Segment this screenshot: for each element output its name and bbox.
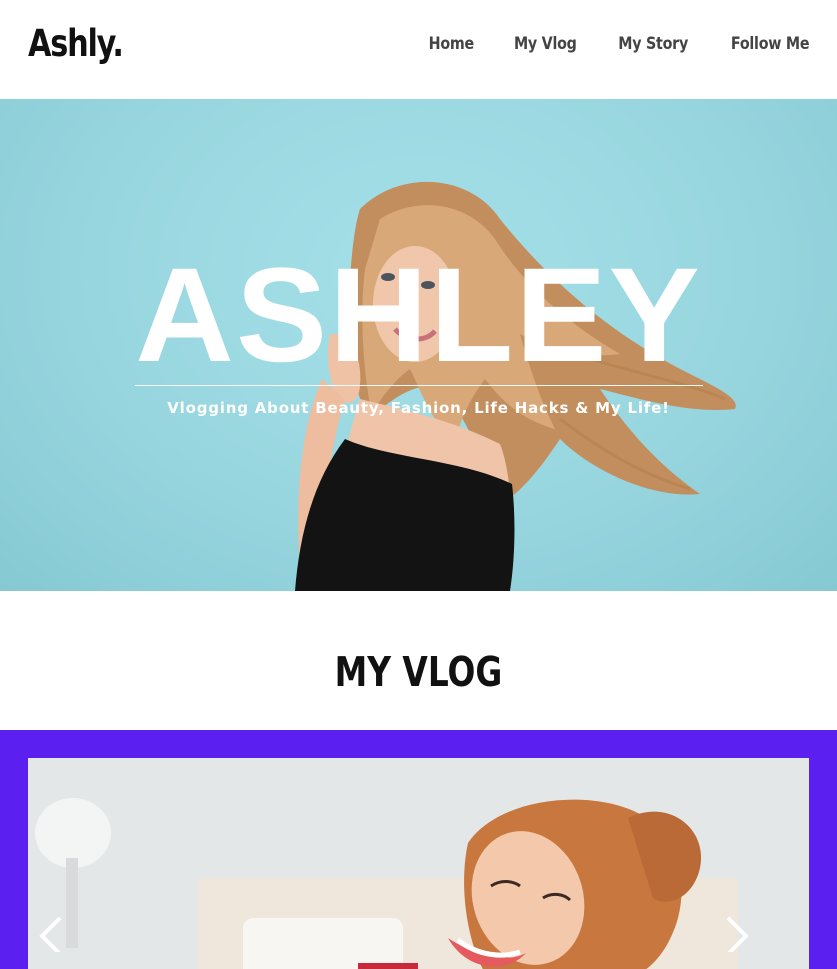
chevron-right-icon[interactable] xyxy=(718,910,760,952)
site-header: Ashly. Home My Vlog My Story Follow Me xyxy=(0,0,837,99)
hero-subtitle: Vlogging About Beauty, Fashion, Life Hac… xyxy=(167,399,670,417)
vlog-photo xyxy=(28,758,809,969)
vlog-carousel xyxy=(0,730,837,969)
nav-link-my-story[interactable]: My Story xyxy=(618,34,688,54)
site-logo[interactable]: Ashly. xyxy=(28,22,124,65)
hero-divider xyxy=(135,385,703,386)
nav-link-follow-me[interactable]: Follow Me xyxy=(731,34,810,54)
vlog-slide[interactable] xyxy=(28,758,809,969)
nav-link-my-vlog[interactable]: My Vlog xyxy=(514,34,577,54)
hero-banner: ASHLEY Vlogging About Beauty, Fashion, L… xyxy=(0,99,837,591)
main-nav: Home My Vlog My Story Follow Me xyxy=(420,34,810,54)
hero-title: ASHLEY xyxy=(135,241,702,390)
section-title-my-vlog: MY VLOG xyxy=(334,648,503,696)
chevron-left-icon[interactable] xyxy=(28,910,70,952)
nav-link-home[interactable]: Home xyxy=(429,34,475,54)
